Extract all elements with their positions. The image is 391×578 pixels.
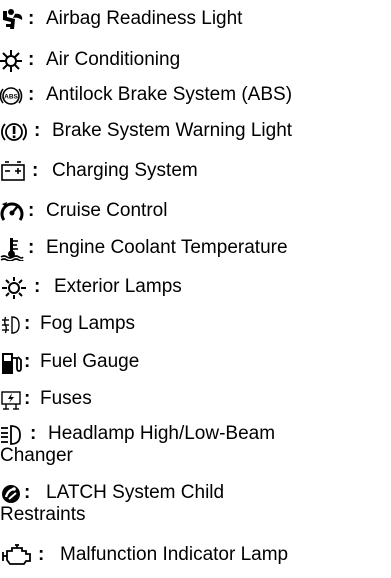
separator-colon: : <box>24 351 31 372</box>
separator-colon: : <box>24 313 31 334</box>
legend-item-label-continuation: Restraints <box>0 504 86 525</box>
air-conditioning-icon <box>0 49 26 73</box>
separator-colon: : <box>28 84 35 105</box>
legend-item-label: Headlamp High/Low-Beam <box>48 423 276 444</box>
separator-colon: : <box>34 276 41 297</box>
exterior-lamps-icon <box>0 276 26 300</box>
brake-warning-icon <box>0 120 27 144</box>
abs-icon: ABS <box>0 84 26 108</box>
separator-colon: : <box>30 423 37 444</box>
legend-item-label: Engine Coolant Temperature <box>46 237 288 258</box>
legend-item-label: Charging System <box>52 160 198 181</box>
legend-item-label-continuation: Changer <box>0 445 73 466</box>
coolant-temperature-icon <box>0 237 26 261</box>
separator-colon: : <box>28 200 35 221</box>
separator-colon: : <box>24 388 31 409</box>
separator-colon: : <box>28 49 35 70</box>
separator-colon: : <box>38 544 45 565</box>
legend-item-label: Cruise Control <box>46 200 168 221</box>
high-beam-icon <box>0 423 26 447</box>
fog-lamps-icon <box>0 313 26 337</box>
legend-item-label: Brake System Warning Light <box>52 120 293 141</box>
legend-item-label: Malfunction Indicator Lamp <box>60 544 289 565</box>
legend-item-label: Airbag Readiness Light <box>46 8 243 29</box>
cruise-control-icon <box>0 200 26 224</box>
latch-child-seat-icon <box>0 482 26 506</box>
battery-charging-icon <box>0 160 26 184</box>
separator-colon: : <box>24 482 31 503</box>
symbol-legend: : Airbag Readiness Light : Air Condition… <box>0 0 391 578</box>
fuel-gauge-icon <box>0 351 26 375</box>
legend-item-label: Fuel Gauge <box>40 351 140 372</box>
separator-colon: : <box>32 160 39 181</box>
legend-item-label: LATCH System Child <box>46 482 225 503</box>
separator-colon: : <box>28 237 35 258</box>
svg-text:ABS: ABS <box>4 94 18 101</box>
legend-item-label: Air Conditioning <box>46 49 181 70</box>
engine-malfunction-icon <box>0 544 31 568</box>
airbag-readiness-icon <box>0 8 26 32</box>
legend-item-label: Antilock Brake System (ABS) <box>46 84 293 105</box>
separator-colon: : <box>34 120 41 141</box>
fuses-icon <box>0 388 26 412</box>
legend-item-label: Exterior Lamps <box>54 276 182 297</box>
legend-item-label: Fog Lamps <box>40 313 136 334</box>
separator-colon: : <box>28 8 35 29</box>
legend-item-label: Fuses <box>40 388 92 409</box>
